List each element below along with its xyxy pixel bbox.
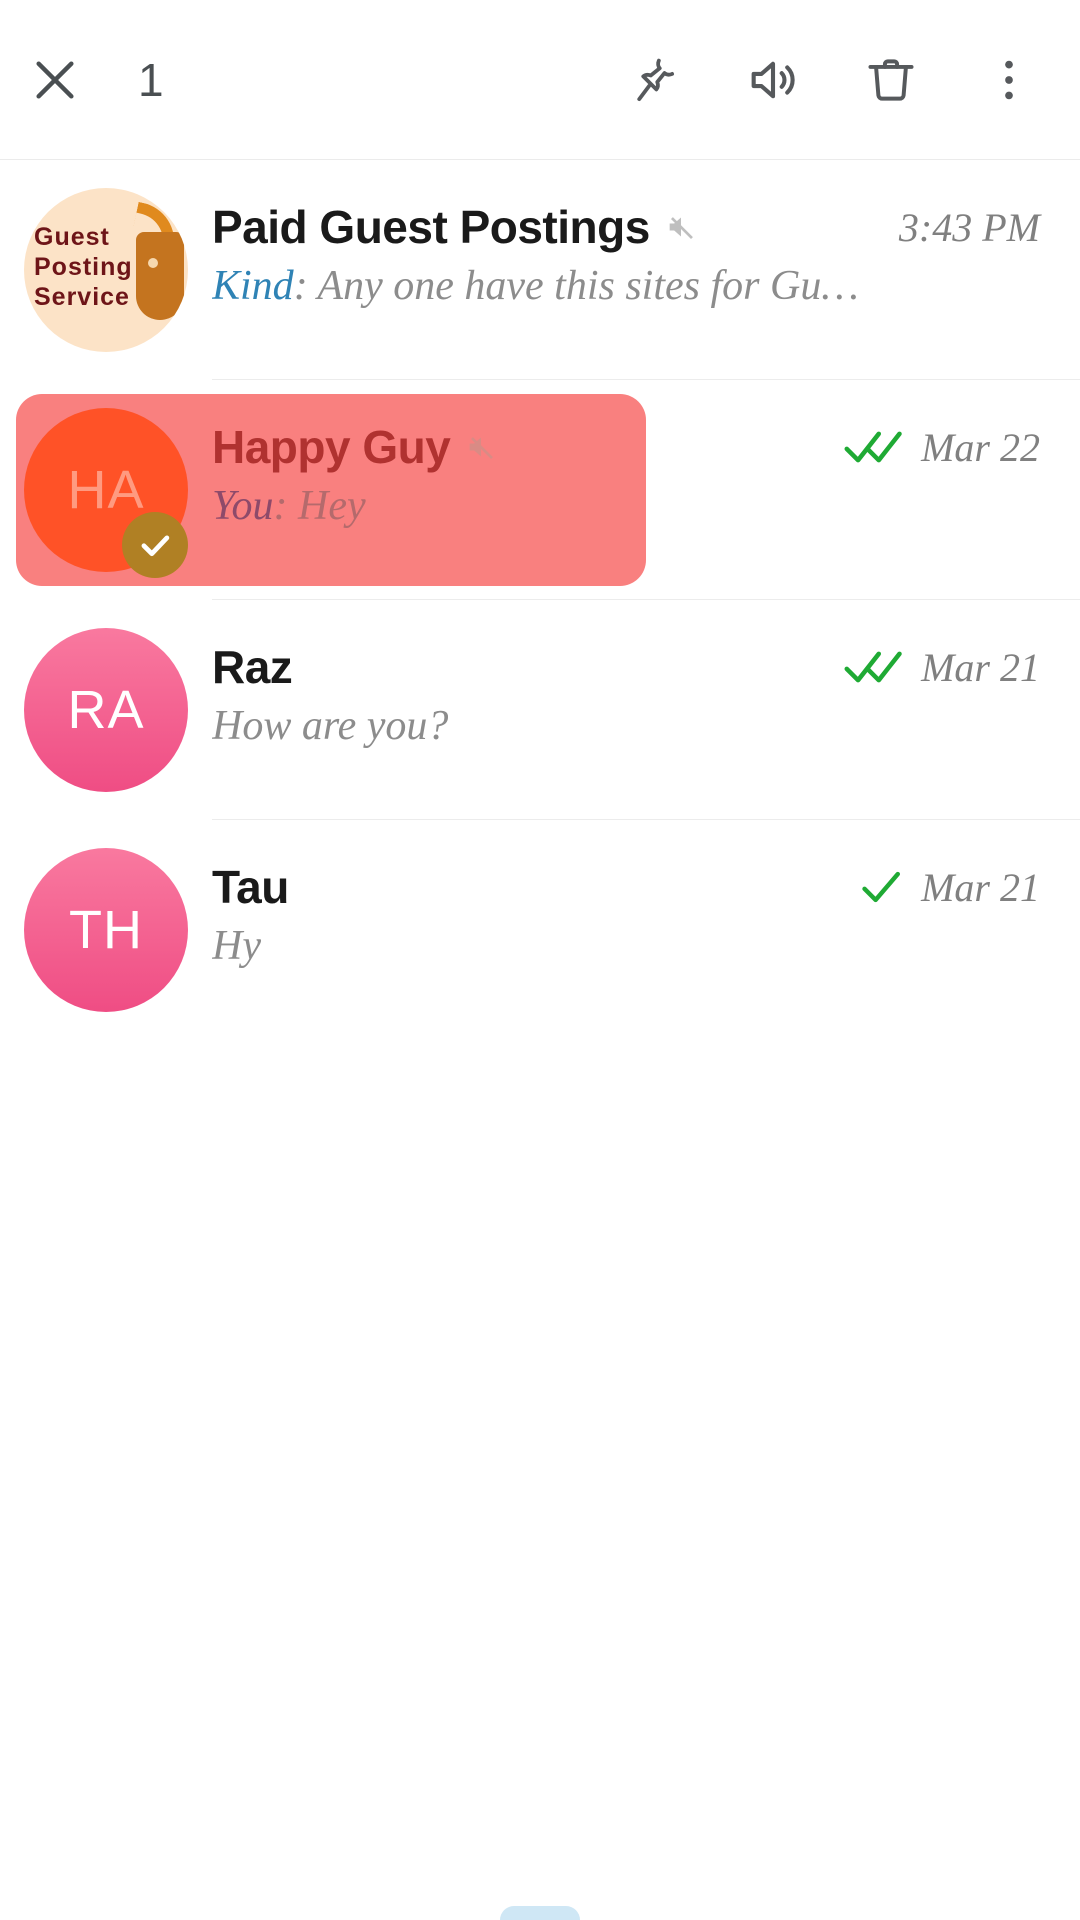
toolbar-actions-group xyxy=(596,25,1080,135)
chat-title: Happy Guy xyxy=(212,421,451,473)
speaker-volume-icon xyxy=(744,51,802,109)
preview-text: Hy xyxy=(212,923,261,969)
peek-bubble-shape xyxy=(500,1906,580,1920)
chat-timestamp: 3:43 PM xyxy=(898,204,1040,250)
more-options-button[interactable] xyxy=(950,25,1068,135)
chat-row-happy-guy[interactable]: HA Happy Guy Mar 22 You: Hey xyxy=(0,380,1080,600)
chat-title-row: Raz Mar 21 xyxy=(212,636,1040,698)
chat-meta: Mar 22 xyxy=(823,424,1040,471)
preview-text: Hey xyxy=(298,483,366,529)
chat-title: Paid Guest Postings xyxy=(212,201,650,253)
chat-meta: 3:43 PM xyxy=(879,204,1040,251)
avatar-tau: TH xyxy=(24,848,188,1012)
chat-content: Tau Mar 21 Hy xyxy=(212,820,1080,970)
close-selection-button[interactable] xyxy=(0,25,110,135)
logo-line-3: Service xyxy=(34,283,130,311)
preview-text: How are you? xyxy=(212,703,449,749)
selection-toolbar: 1 xyxy=(0,0,1080,160)
chat-preview: How are you? xyxy=(212,702,1040,750)
chat-timestamp: Mar 22 xyxy=(921,424,1040,470)
chat-row-tau[interactable]: TH Tau Mar 21 Hy xyxy=(0,820,1080,1040)
chat-content: Raz Mar 21 How are you? xyxy=(212,600,1080,750)
selection-check-badge xyxy=(122,512,188,578)
muted-icon xyxy=(664,210,698,244)
avatar-initials: TH xyxy=(69,900,143,960)
preview-colon: : xyxy=(293,263,318,309)
double-check-icon xyxy=(843,648,907,686)
avatar-container[interactable]: HA xyxy=(0,380,212,600)
avatar-container[interactable]: RA xyxy=(0,600,212,820)
logo-line-1: Guest xyxy=(34,223,110,251)
chat-preview: You: Hey xyxy=(212,482,1040,530)
chat-row-paid-guest-postings[interactable]: Guest Posting Service Paid Guest Posting… xyxy=(0,160,1080,380)
chat-title-row: Tau Mar 21 xyxy=(212,856,1040,918)
close-icon xyxy=(27,52,83,108)
avatar-raz: RA xyxy=(24,628,188,792)
chat-row-raz[interactable]: RA Raz Mar 21 How are you? xyxy=(0,600,1080,820)
chat-list: Guest Posting Service Paid Guest Posting… xyxy=(0,160,1080,1040)
logo-line-2: Posting xyxy=(34,253,133,281)
chat-title: Tau xyxy=(212,861,289,913)
preview-sender: Kind xyxy=(212,263,294,309)
chat-preview: Hy xyxy=(212,922,1040,970)
pin-icon xyxy=(628,53,682,107)
muted-icon xyxy=(464,430,498,464)
avatar-container[interactable]: TH xyxy=(0,820,212,1040)
pin-chat-button[interactable] xyxy=(596,25,714,135)
chat-title-row: Paid Guest Postings 3:43 PM xyxy=(212,196,1040,258)
trash-icon xyxy=(863,52,919,108)
chat-meta: Mar 21 xyxy=(839,864,1040,911)
chat-timestamp: Mar 21 xyxy=(921,644,1040,690)
preview-sender: You xyxy=(212,483,274,529)
double-check-icon xyxy=(843,428,907,466)
preview-text: Any one have this sites for Gu… xyxy=(317,263,859,309)
more-vertical-icon xyxy=(984,55,1034,105)
chat-list-screen: 1 Guest Posting Service Paid Guest Posti… xyxy=(0,0,1080,1920)
avatar-container[interactable]: Guest Posting Service xyxy=(0,160,212,380)
chat-title: Raz xyxy=(212,641,293,693)
avatar-initials: RA xyxy=(67,680,145,740)
chat-preview: Kind: Any one have this sites for Gu… xyxy=(212,262,1040,310)
delete-chat-button[interactable] xyxy=(832,25,950,135)
single-check-icon xyxy=(859,868,907,906)
chat-content: Paid Guest Postings 3:43 PM Kind: Any on… xyxy=(212,160,1080,310)
avatar-initials: HA xyxy=(67,460,145,520)
unmute-chat-button[interactable] xyxy=(714,25,832,135)
avatar-logo-text: Guest Posting Service xyxy=(34,222,164,312)
chat-meta: Mar 21 xyxy=(823,644,1040,691)
chat-title-row: Happy Guy Mar 22 xyxy=(212,416,1040,478)
toolbar-left-group: 1 xyxy=(0,25,164,135)
chat-timestamp: Mar 21 xyxy=(921,864,1040,910)
selected-count-label: 1 xyxy=(138,53,164,106)
chat-content: Happy Guy Mar 22 You: Hey xyxy=(212,380,1080,530)
preview-colon: : xyxy=(273,483,299,529)
bottom-peek-bubble xyxy=(0,1906,1080,1920)
avatar-guest-posting-service: Guest Posting Service xyxy=(24,188,188,352)
